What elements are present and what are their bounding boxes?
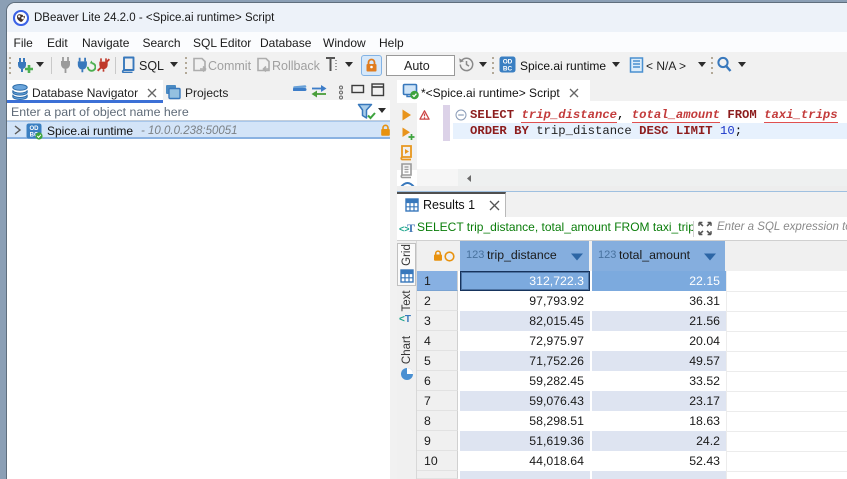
- svg-text:OD: OD: [30, 126, 40, 132]
- svg-text:BC: BC: [503, 65, 513, 72]
- svg-text:OD: OD: [503, 58, 513, 65]
